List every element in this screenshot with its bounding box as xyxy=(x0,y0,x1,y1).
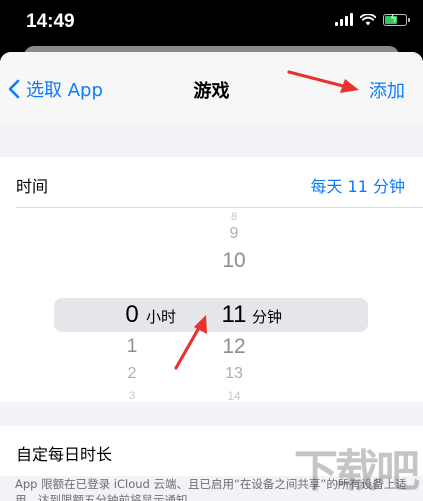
add-button[interactable]: 添加 xyxy=(369,77,405,103)
minutes-wheel-item[interactable]: 9 xyxy=(214,225,254,243)
navigation-bar: 选取 App 游戏 添加 xyxy=(0,52,423,122)
hours-unit-label: 小时 xyxy=(146,308,177,326)
hours-wheel-item[interactable]: 3 xyxy=(118,390,146,402)
hours-wheel-item[interactable]: 2 xyxy=(118,365,146,383)
picker-separator xyxy=(16,207,423,208)
custom-daily-duration-label: 自定每日时长 xyxy=(16,445,113,464)
minutes-wheel-item[interactable]: 12 xyxy=(214,335,254,359)
minutes-wheel-item[interactable]: 14 xyxy=(214,389,254,402)
hours-wheel-item[interactable]: 1 xyxy=(118,336,146,358)
wifi-icon xyxy=(360,13,376,25)
time-value: 每天 11 分钟 xyxy=(310,177,405,196)
watermark-logo: 下载吧 xyxy=(294,446,420,497)
status-icons: ϟ xyxy=(335,12,410,26)
duration-picker[interactable]: 0 小时 1 2 3 8 9 10 11 分钟 12 13 14 xyxy=(0,207,423,402)
time-label: 时间 xyxy=(16,177,49,196)
app-limit-sheet: 选取 App 游戏 添加 时间 每天 11 分钟 0 小时 1 2 3 8 9 … xyxy=(0,52,423,501)
signal-bars-icon xyxy=(335,13,353,26)
time-row[interactable]: 时间 每天 11 分钟 xyxy=(0,157,423,207)
status-bar: 14:49 ϟ xyxy=(0,0,423,40)
minutes-wheel-item[interactable]: 11 xyxy=(214,301,254,329)
minutes-wheel-item[interactable]: 10 xyxy=(214,249,254,273)
battery-charging-icon: ϟ xyxy=(383,12,410,26)
hours-wheel-item[interactable]: 0 xyxy=(118,301,146,329)
status-time: 14:49 xyxy=(26,11,75,32)
minutes-wheel-item[interactable]: 8 xyxy=(214,211,254,223)
picker-selection-band xyxy=(54,298,368,332)
minutes-unit-label: 分钟 xyxy=(252,308,283,326)
page-title: 游戏 xyxy=(193,81,230,102)
minutes-wheel-item[interactable]: 13 xyxy=(214,365,254,383)
